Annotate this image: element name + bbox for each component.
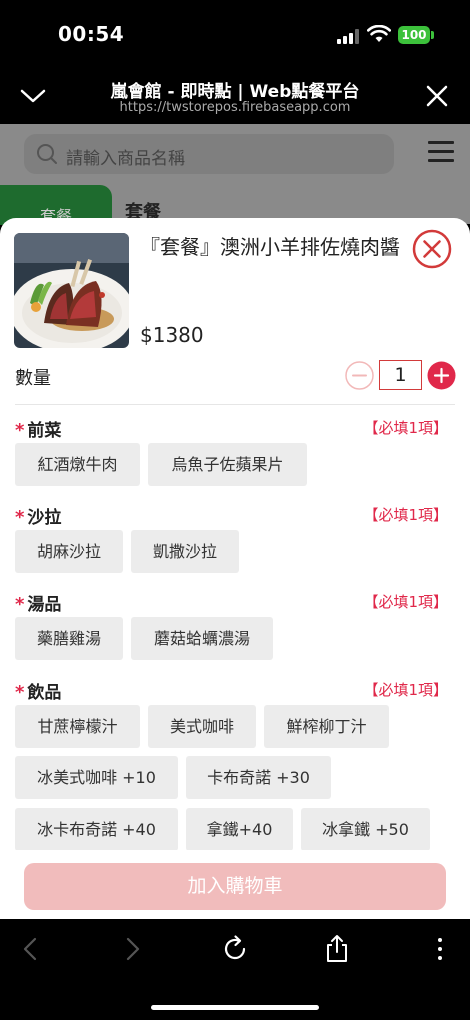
- quantity-input[interactable]: [379, 360, 422, 390]
- divider: [15, 404, 455, 405]
- close-modal-icon[interactable]: [412, 229, 452, 269]
- quantity-label: 數量: [15, 368, 51, 389]
- option-button[interactable]: 冰拿鐵 +50: [301, 808, 430, 851]
- hamburger-menu-icon[interactable]: [428, 140, 454, 164]
- option-button[interactable]: 鮮榨柳丁汁: [264, 705, 389, 748]
- share-icon[interactable]: [322, 934, 352, 964]
- home-indicator: [151, 1005, 319, 1010]
- required-badge: 【必填1項】: [363, 681, 448, 699]
- option-button[interactable]: 冰卡布奇諾 +40: [15, 808, 178, 851]
- cellular-signal-icon: [337, 28, 361, 44]
- option-button[interactable]: 美式咖啡: [148, 705, 256, 748]
- option-button[interactable]: 紅酒燉牛肉: [15, 443, 140, 486]
- product-price: $1380: [140, 323, 204, 347]
- required-star-icon: *: [15, 420, 25, 441]
- page-url: https://twstorepos.firebaseapp.com: [119, 100, 351, 115]
- search-placeholder: 請輸入商品名稱: [66, 149, 185, 169]
- option-button[interactable]: 凱撒沙拉: [131, 530, 239, 573]
- option-group-title: * 前菜: [15, 420, 62, 441]
- search-icon: [37, 144, 57, 164]
- back-icon[interactable]: [16, 934, 46, 964]
- option-button[interactable]: 藥膳雞湯: [15, 617, 123, 660]
- add-to-cart-button[interactable]: 加入購物車: [24, 863, 446, 910]
- product-image: [14, 233, 129, 348]
- option-button[interactable]: 烏魚子佐蘋果片: [148, 443, 307, 486]
- search-input[interactable]: 請輸入商品名稱: [24, 134, 394, 174]
- battery-icon: 100: [398, 26, 430, 44]
- option-button[interactable]: 拿鐵+40: [186, 808, 293, 851]
- clock: 00:54: [58, 22, 125, 46]
- option-group-title: * 湯品: [15, 594, 62, 615]
- status-bar: 00:54 100: [0, 0, 470, 70]
- more-options-icon[interactable]: [425, 934, 455, 964]
- required-star-icon: *: [15, 594, 25, 615]
- reload-icon[interactable]: [220, 934, 250, 964]
- option-button[interactable]: 甘蔗檸檬汁: [15, 705, 140, 748]
- browser-header: 嵐會館 - 即時點 | Web點餐平台 https://twstorepos.f…: [0, 70, 470, 124]
- option-button[interactable]: 蘑菇蛤蠣濃湯: [131, 617, 273, 660]
- required-star-icon: *: [15, 682, 25, 703]
- option-group-title: * 沙拉: [15, 507, 62, 528]
- required-star-icon: *: [15, 507, 25, 528]
- option-button[interactable]: 卡布奇諾 +30: [186, 756, 331, 799]
- quantity-decrease-icon[interactable]: [345, 361, 374, 390]
- required-badge: 【必填1項】: [363, 419, 448, 437]
- forward-icon[interactable]: [117, 934, 147, 964]
- required-badge: 【必填1項】: [363, 593, 448, 611]
- option-button[interactable]: 胡麻沙拉: [15, 530, 123, 573]
- close-icon[interactable]: [424, 82, 450, 110]
- page-backdrop: 請輸入商品名稱 套餐 套餐: [0, 124, 470, 226]
- quantity-increase-icon[interactable]: [427, 361, 456, 390]
- product-name: 『套餐』澳洲小羊排佐燒肉醬: [140, 235, 400, 259]
- product-options-sheet: 『套餐』澳洲小羊排佐燒肉醬 $1380 數量 *前菜 【必填1項】 紅酒燉牛肉 …: [0, 218, 470, 919]
- wifi-icon: [367, 25, 391, 42]
- option-button[interactable]: 冰美式咖啡 +10: [15, 756, 178, 799]
- page-title: 嵐會館 - 即時點 | Web點餐平台: [110, 82, 360, 102]
- option-group-title: * 飲品: [15, 682, 62, 703]
- required-badge: 【必填1項】: [363, 506, 448, 524]
- battery-tip: [431, 31, 434, 39]
